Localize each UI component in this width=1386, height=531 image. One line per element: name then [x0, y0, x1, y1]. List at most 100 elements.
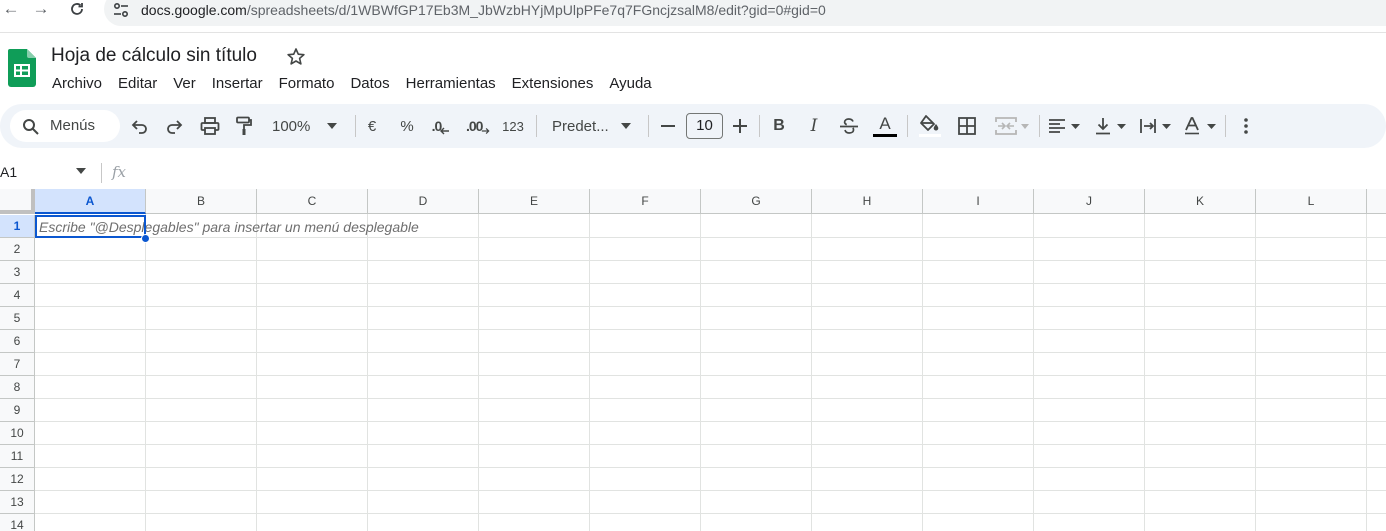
text-color-label: A — [879, 114, 891, 133]
chevron-down-icon — [1162, 123, 1171, 129]
percent-format-button[interactable]: % — [397, 114, 417, 138]
browser-address-bar: ← → docs.google.com/spreadsheets/d/1WBWf… — [0, 0, 1386, 33]
row-header-3[interactable]: 3 — [0, 261, 35, 284]
column-header-e[interactable]: E — [479, 189, 590, 214]
fill-handle[interactable] — [141, 234, 150, 243]
menu-ver[interactable]: Ver — [165, 73, 204, 95]
row-header-8[interactable]: 8 — [0, 376, 35, 399]
italic-button[interactable]: I — [804, 114, 824, 138]
sheets-logo-icon[interactable] — [8, 49, 36, 87]
toolbar-divider — [355, 115, 356, 137]
grid-line — [367, 214, 368, 531]
row-header-6[interactable]: 6 — [0, 330, 35, 353]
document-title[interactable]: Hoja de cálculo sin título — [51, 45, 257, 67]
menu-extensiones[interactable]: Extensiones — [504, 73, 602, 95]
merge-cells-icon[interactable] — [991, 114, 1033, 138]
row-header-4[interactable]: 4 — [0, 284, 35, 307]
column-header-j[interactable]: J — [1034, 189, 1145, 214]
text-color-button[interactable]: A — [872, 114, 898, 138]
zoom-value: 100% — [272, 117, 311, 135]
grid-line — [35, 260, 1386, 261]
decrease-decimals-button[interactable]: .0 — [430, 114, 452, 138]
decrease-font-size-icon[interactable] — [658, 114, 678, 138]
horizontal-align-icon[interactable] — [1046, 114, 1082, 138]
column-header-b[interactable]: B — [146, 189, 257, 214]
menu-herramientas[interactable]: Herramientas — [398, 73, 504, 95]
print-icon[interactable] — [199, 114, 221, 138]
toolbar-divider — [648, 115, 649, 137]
increase-font-size-icon[interactable] — [730, 114, 750, 138]
row-header-1[interactable]: 1 — [0, 215, 35, 238]
row-header-13[interactable]: 13 — [0, 491, 35, 514]
chevron-down-icon[interactable] — [76, 168, 86, 174]
bold-button[interactable]: B — [769, 114, 789, 138]
row-header-14[interactable]: 14 — [0, 514, 35, 531]
font-family-select[interactable]: Predet... — [546, 114, 638, 138]
grid-line — [1255, 214, 1256, 531]
chevron-down-icon — [1071, 123, 1080, 129]
undo-icon[interactable] — [130, 114, 150, 138]
column-header-d[interactable]: D — [368, 189, 479, 214]
text-rotation-icon[interactable] — [1182, 114, 1218, 138]
url-field[interactable]: docs.google.com/spreadsheets/d/1WBWfGP17… — [104, 0, 1386, 26]
column-header-a[interactable]: A — [35, 189, 146, 214]
font-size-input[interactable]: 10 — [686, 113, 723, 139]
column-header-g[interactable]: G — [701, 189, 812, 214]
menu-editar[interactable]: Editar — [110, 73, 165, 95]
site-settings-icon[interactable] — [112, 1, 130, 19]
menu-insertar[interactable]: Insertar — [204, 73, 271, 95]
grid-line — [35, 283, 1386, 284]
grid-line — [35, 375, 1386, 376]
grid-line — [35, 467, 1386, 468]
grid-line — [35, 444, 1386, 445]
text-color-swatch — [873, 134, 897, 137]
grid-line — [1033, 214, 1034, 531]
column-header-m[interactable] — [1367, 189, 1386, 214]
fill-color-icon[interactable] — [917, 114, 943, 138]
row-header-9[interactable]: 9 — [0, 399, 35, 422]
toolbar-divider — [1039, 115, 1040, 137]
menu-ayuda[interactable]: Ayuda — [601, 73, 659, 95]
column-header-f[interactable]: F — [590, 189, 701, 214]
select-all-corner[interactable] — [0, 189, 35, 214]
column-header-c[interactable]: C — [257, 189, 368, 214]
grid-line — [811, 214, 812, 531]
increase-decimals-button[interactable]: .00 — [466, 114, 490, 138]
chevron-down-icon — [1207, 123, 1216, 129]
row-header-10[interactable]: 10 — [0, 422, 35, 445]
forward-icon[interactable]: → — [30, 0, 52, 20]
column-header-h[interactable]: H — [812, 189, 923, 214]
column-header-l[interactable]: L — [1256, 189, 1367, 214]
column-header-k[interactable]: K — [1145, 189, 1256, 214]
vertical-align-icon[interactable] — [1092, 114, 1128, 138]
back-icon[interactable]: ← — [0, 0, 22, 20]
currency-format-button[interactable]: € — [362, 114, 382, 138]
menu-archivo[interactable]: Archivo — [44, 73, 110, 95]
menu-formato[interactable]: Formato — [271, 73, 343, 95]
menu-datos[interactable]: Datos — [342, 73, 397, 95]
text-wrapping-icon[interactable] — [1137, 114, 1173, 138]
paint-format-icon[interactable] — [234, 114, 254, 138]
spreadsheet-grid[interactable]: A B C D E F G H I J K L 1 2 3 4 5 6 7 8 … — [0, 189, 1386, 531]
search-icon — [23, 119, 39, 135]
active-cell-a1[interactable] — [35, 215, 146, 238]
search-menus-input[interactable]: Menús — [10, 110, 120, 142]
star-icon[interactable] — [286, 47, 306, 67]
url-path: /spreadsheets/d/1WBWfGP17Eb3M_JbWzbHYjMp… — [246, 2, 826, 18]
more-formats-button[interactable]: 123 — [500, 114, 526, 138]
zoom-select[interactable]: 100% — [266, 114, 346, 138]
row-header-12[interactable]: 12 — [0, 468, 35, 491]
row-header-7[interactable]: 7 — [0, 353, 35, 376]
reload-icon[interactable] — [66, 0, 88, 20]
row-header-2[interactable]: 2 — [0, 238, 35, 261]
more-options-icon[interactable] — [1236, 114, 1256, 138]
borders-icon[interactable] — [956, 114, 978, 138]
toolbar: Menús 100% € % .0 .00 123 Predet... 10 B… — [0, 104, 1386, 148]
grid-line — [35, 398, 1386, 399]
redo-icon[interactable] — [164, 114, 184, 138]
row-header-11[interactable]: 11 — [0, 445, 35, 468]
row-header-5[interactable]: 5 — [0, 307, 35, 330]
name-box[interactable]: A1 — [0, 164, 17, 180]
column-header-i[interactable]: I — [923, 189, 1034, 214]
strikethrough-icon[interactable] — [838, 114, 860, 138]
